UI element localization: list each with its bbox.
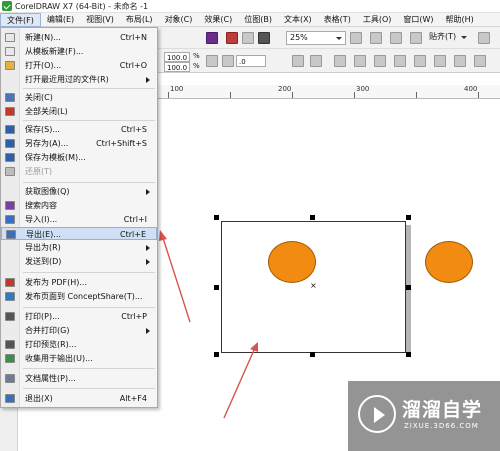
save-as-icon	[5, 139, 15, 148]
file-menu-item[interactable]: 从模板新建(F)...	[1, 45, 157, 58]
menu-item-shortcut: Ctrl+N	[120, 33, 147, 42]
menu-item-label: 保存(S)...	[25, 125, 60, 134]
template-icon	[5, 47, 15, 56]
menu-item-label: 新建(N)...	[25, 33, 61, 42]
file-menu-item[interactable]: 另存为(A)... Ctrl+Shift+S	[1, 137, 157, 150]
menu-separator	[23, 272, 155, 273]
menu-item-label: 发送到(D)	[25, 257, 62, 266]
watermark-title: 溜溜自学	[402, 399, 483, 421]
menu-item-label: 搜索内容	[25, 201, 57, 210]
menu-item-label: 打印预览(R)...	[25, 340, 77, 349]
file-menu-item[interactable]: 新建(N)... Ctrl+N	[1, 31, 157, 44]
menu-item-label: 获取图像(Q)	[25, 187, 70, 196]
arrow-to-page	[223, 349, 255, 419]
search-content-icon	[5, 201, 15, 210]
menu-item-label: 退出(X)	[25, 394, 53, 403]
file-menu-item[interactable]: 打印(P)... Ctrl+P	[1, 310, 157, 323]
collect-output-icon	[5, 354, 15, 363]
menu-item-label: 收集用于输出(U)...	[25, 354, 93, 363]
menu-item-shortcut: Ctrl+I	[123, 215, 147, 224]
menu-item-label: 打开(O)...	[25, 61, 62, 70]
menu-separator	[23, 182, 155, 183]
submenu-arrow-icon	[146, 328, 153, 334]
file-menu-item[interactable]: 发布页面到 ConceptShare(T)...	[1, 290, 157, 303]
file-menu-item[interactable]: 保存(S)... Ctrl+S	[1, 123, 157, 136]
menu-item-label: 发布页面到 ConceptShare(T)...	[25, 292, 143, 301]
file-menu-item[interactable]: 发送到(D)	[1, 255, 157, 268]
save-icon	[5, 125, 15, 134]
menu-item-label: 打开最近用过的文件(R)	[25, 75, 109, 84]
submenu-arrow-icon	[146, 77, 153, 83]
menu-separator	[23, 368, 155, 369]
menu-item-label: 导出(E)...	[26, 230, 61, 239]
open-folder-icon	[5, 61, 15, 70]
file-menu-item[interactable]: 收集用于输出(U)...	[1, 352, 157, 365]
menu-item-label: 文档属性(P)...	[25, 374, 76, 383]
close-doc-icon	[5, 93, 15, 102]
menu-item-label: 保存为模板(M)...	[25, 153, 86, 162]
conceptshare-icon	[5, 292, 15, 301]
file-menu-item[interactable]: 搜索内容	[1, 199, 157, 212]
file-menu-item[interactable]: 合并打印(G)	[1, 324, 157, 337]
file-menu-item[interactable]: 关闭(C)	[1, 91, 157, 104]
menu-item-shortcut: Alt+F4	[119, 394, 147, 403]
file-menu-item[interactable]: 全部关闭(L)	[1, 105, 157, 118]
file-menu-item[interactable]: 打印预览(R)...	[1, 338, 157, 351]
menu-item-shortcut: Ctrl+P	[121, 312, 147, 321]
menu-item-label: 还原(T)	[25, 167, 53, 176]
menu-item-shortcut: Ctrl+E	[120, 230, 146, 239]
menu-item-label: 打印(P)...	[25, 312, 60, 321]
new-doc-icon	[5, 33, 15, 42]
file-menu-item[interactable]: 退出(X) Alt+F4	[1, 392, 157, 405]
file-menu-item[interactable]: 获取图像(Q)	[1, 185, 157, 198]
file-menu-item[interactable]: 导入(I)... Ctrl+I	[1, 213, 157, 226]
menu-item-label: 发布为 PDF(H)...	[25, 278, 88, 287]
menu-item-label: 全部关闭(L)	[25, 107, 68, 116]
menu-separator	[23, 120, 155, 121]
pdf-icon	[5, 278, 15, 287]
file-menu-dropdown: 新建(N)... Ctrl+N 从模板新建(F)... 打开(O)... Ctrl+O 打…	[0, 27, 158, 408]
file-menu-item[interactable]: 导出(E)... Ctrl+E	[1, 227, 157, 240]
menu-item-shortcut: Ctrl+S	[120, 125, 147, 134]
file-menu-item[interactable]: 导出为(R)	[1, 241, 157, 254]
file-menu-item: 还原(T)	[1, 165, 157, 178]
file-menu-item[interactable]: 打开最近用过的文件(R)	[1, 73, 157, 86]
submenu-arrow-icon	[146, 245, 153, 251]
export-icon	[6, 230, 16, 239]
file-menu-item[interactable]: 保存为模板(M)...	[1, 151, 157, 164]
watermark-url: ZIXUE.3D66.COM	[404, 422, 479, 430]
menu-item-label: 关闭(C)	[25, 93, 53, 102]
menu-item-label: 另存为(A)...	[25, 139, 69, 148]
menu-item-shortcut: Ctrl+O	[119, 61, 147, 70]
import-icon	[5, 215, 15, 224]
doc-properties-icon	[5, 374, 15, 383]
revert-icon	[5, 167, 15, 176]
file-menu-item[interactable]: 发布为 PDF(H)...	[1, 276, 157, 289]
watermark: 溜溜自学 ZIXUE.3D66.COM	[348, 381, 500, 451]
arrowhead	[159, 230, 167, 241]
menu-separator	[23, 307, 155, 308]
file-menu-item[interactable]: 打开(O)... Ctrl+O	[1, 59, 157, 72]
menu-separator	[23, 88, 155, 89]
menu-item-label: 导入(I)...	[25, 215, 58, 224]
print-preview-icon	[5, 340, 15, 349]
menu-item-shortcut: Ctrl+Shift+S	[96, 139, 147, 148]
save-template-icon	[5, 153, 15, 162]
menu-separator	[23, 388, 155, 389]
submenu-arrow-icon	[146, 259, 153, 265]
print-icon	[5, 312, 15, 321]
exit-icon	[5, 394, 15, 403]
close-all-icon	[5, 107, 15, 116]
submenu-arrow-icon	[146, 189, 153, 195]
arrowhead	[250, 342, 258, 352]
play-logo-icon	[358, 395, 396, 433]
arrow-to-export	[162, 237, 191, 323]
menu-item-label: 从模板新建(F)...	[25, 47, 84, 56]
menu-item-label: 导出为(R)	[25, 243, 61, 252]
file-menu-item[interactable]: 文档属性(P)...	[1, 372, 157, 385]
menu-item-label: 合并打印(G)	[25, 326, 70, 335]
